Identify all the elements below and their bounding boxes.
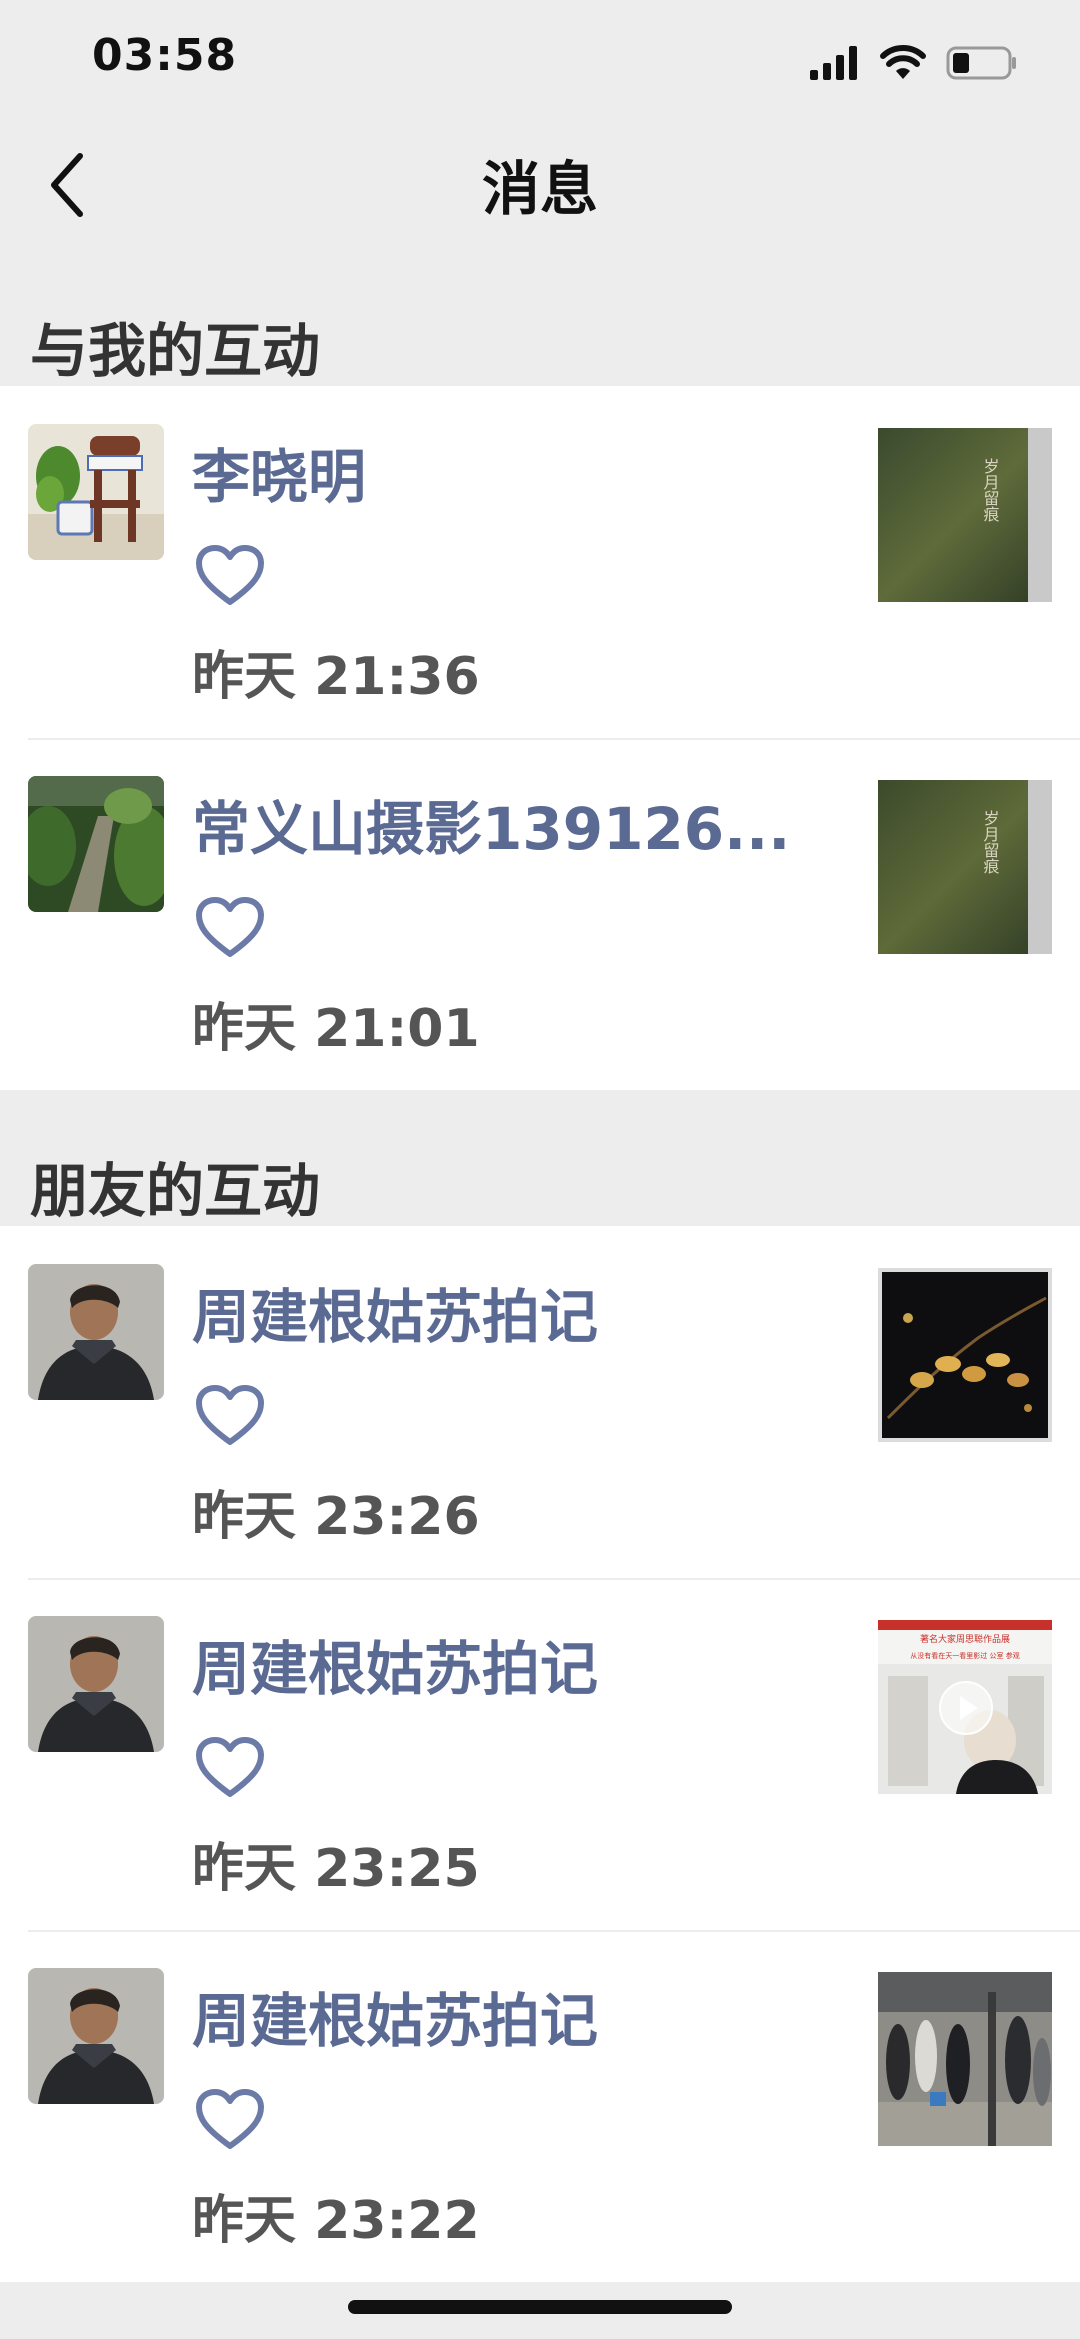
- heart-icon: [196, 1737, 264, 1797]
- list-item[interactable]: 李晓明 昨天 21:36 岁月留痕: [0, 386, 1080, 738]
- user-name[interactable]: 周建根姑苏拍记: [192, 1270, 598, 1354]
- section-title: 与我的互动: [30, 317, 321, 385]
- list-item[interactable]: 周建根姑苏拍记 昨天 23:25 著名大家周思聪作品展 从没有看在天一看里影过 …: [0, 1578, 1080, 1930]
- nav-bar: 消息: [0, 120, 1080, 250]
- section-header-friends: 朋友的互动: [0, 1116, 1080, 1236]
- heart-icon: [196, 897, 264, 957]
- avatar[interactable]: [28, 1968, 164, 2104]
- thumb-text: 岁月留痕: [981, 458, 1000, 522]
- list-item[interactable]: 周建根姑苏拍记 昨天 23:22: [0, 1930, 1080, 2282]
- post-thumbnail[interactable]: 岁月留痕: [878, 780, 1052, 954]
- user-name[interactable]: 常义山摄影139126...: [192, 782, 790, 866]
- post-thumbnail[interactable]: [878, 1972, 1052, 2146]
- list-item[interactable]: 常义山摄影139126... 昨天 21:01 岁月留痕: [0, 738, 1080, 1090]
- avatar[interactable]: [28, 1264, 164, 1400]
- interaction-list-mine: 李晓明 昨天 21:36 岁月留痕 常义山摄影139126... 昨天 21:0…: [0, 386, 1080, 1090]
- user-name[interactable]: 周建根姑苏拍记: [192, 1974, 598, 2058]
- timestamp: 昨天 21:01: [192, 999, 480, 1059]
- thumb-text: 著名大家周思聪作品展: [920, 1633, 1010, 1645]
- thumb-text: 岁月留痕: [981, 810, 1000, 874]
- section-title: 朋友的互动: [30, 1157, 321, 1225]
- wifi-icon: [880, 45, 926, 79]
- battery-icon: [946, 46, 1016, 80]
- status-icons: [810, 38, 1018, 88]
- status-time: 03:58: [92, 30, 238, 81]
- timestamp: 昨天 23:22: [192, 2191, 480, 2251]
- heart-icon: [196, 545, 264, 605]
- thumb-text: 从没有看在天一看里影过 公室 参观: [910, 1651, 1019, 1660]
- heart-icon: [196, 2089, 264, 2149]
- section-header-mine: 与我的互动: [0, 276, 1080, 396]
- page-title: 消息: [481, 155, 598, 223]
- timestamp: 昨天 23:25: [192, 1839, 480, 1899]
- avatar[interactable]: [28, 776, 164, 912]
- list-item[interactable]: 周建根姑苏拍记 昨天 23:26: [0, 1226, 1080, 1578]
- avatar[interactable]: [28, 1616, 164, 1752]
- timestamp: 昨天 23:26: [192, 1487, 480, 1547]
- post-thumbnail[interactable]: [878, 1268, 1052, 1442]
- avatar[interactable]: [28, 424, 164, 560]
- post-thumbnail[interactable]: 岁月留痕: [878, 428, 1052, 602]
- signal-icon: [810, 46, 857, 80]
- heart-icon: [196, 1385, 264, 1445]
- user-name[interactable]: 周建根姑苏拍记: [192, 1622, 598, 1706]
- post-thumbnail[interactable]: 著名大家周思聪作品展 从没有看在天一看里影过 公室 参观: [878, 1620, 1052, 1794]
- status-bar: 03:58: [0, 0, 1080, 120]
- user-name[interactable]: 李晓明: [192, 430, 366, 514]
- home-indicator[interactable]: [348, 2300, 732, 2314]
- timestamp: 昨天 21:36: [192, 647, 480, 707]
- interaction-list-friends: 周建根姑苏拍记 昨天 23:26 周建根姑苏拍记 昨天 23:25 著名大家周思…: [0, 1226, 1080, 2282]
